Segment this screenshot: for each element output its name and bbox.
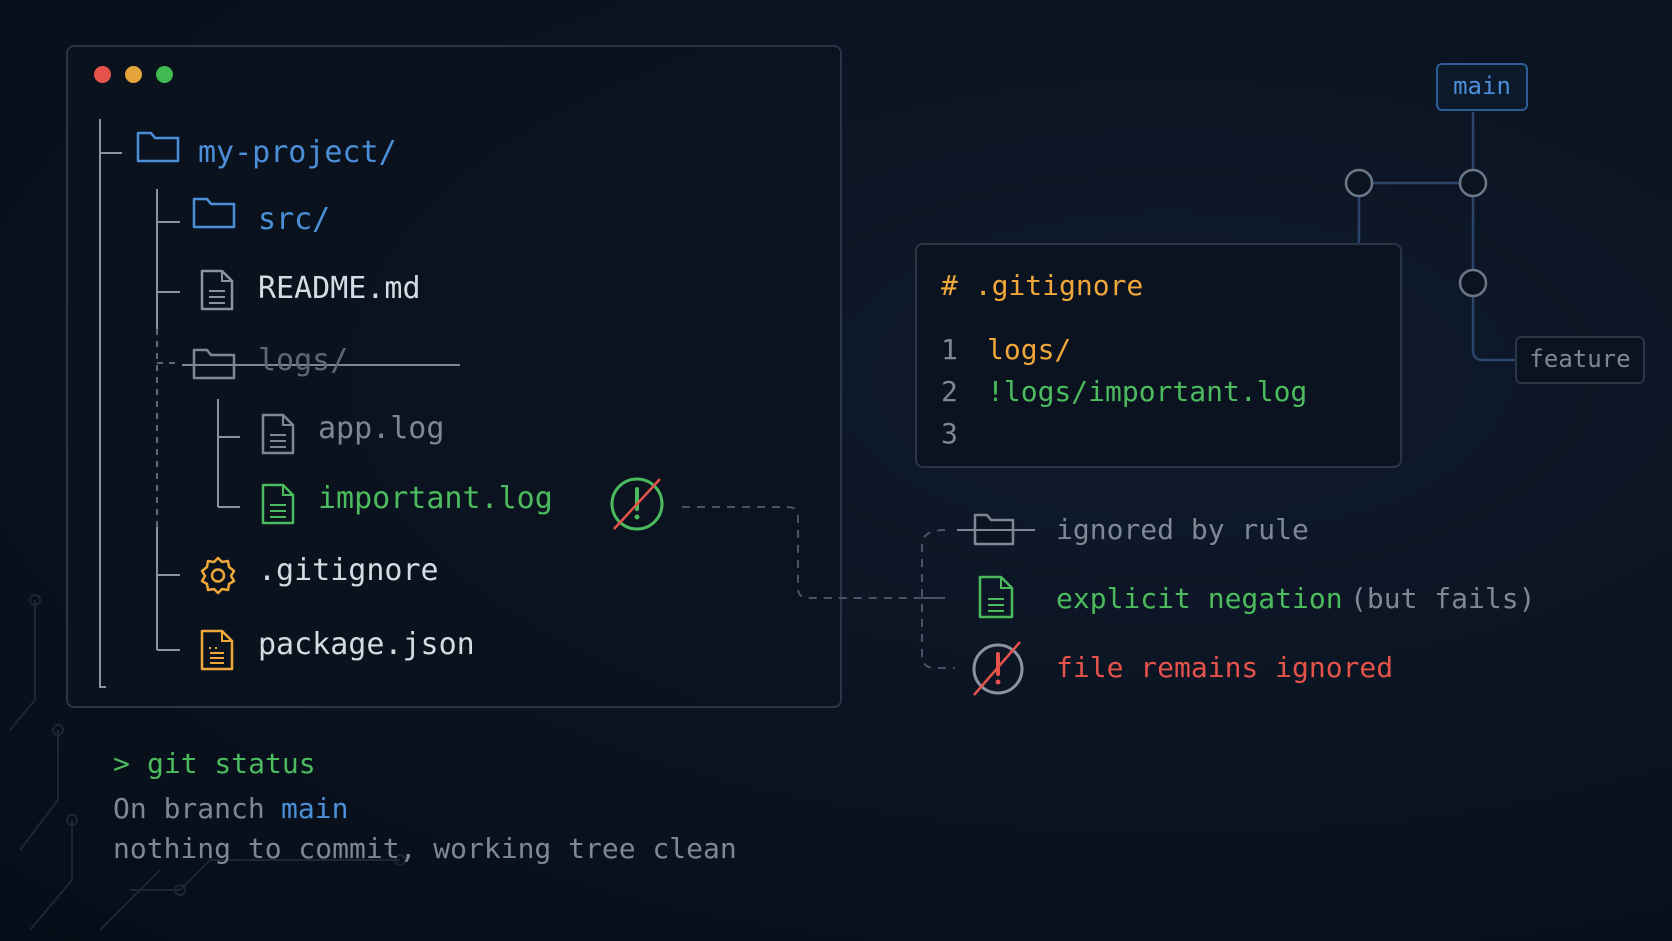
branch-feature-tag[interactable]: feature	[1515, 336, 1645, 384]
folder-icon	[957, 513, 1035, 546]
file-icon	[978, 575, 1014, 619]
branch-main-tag[interactable]: main	[1436, 63, 1528, 111]
legend-negation-text: explicit negation	[1056, 582, 1343, 615]
line-number-3: 3	[941, 417, 958, 450]
terminal-branch-name: main	[281, 792, 349, 825]
legend-remains-ignored-text: file remains ignored	[1056, 651, 1394, 684]
terminal-status-line: nothing to commit, working tree clean	[113, 832, 737, 865]
terminal-prompt: >	[113, 747, 130, 780]
legend-negation-note: (but fails)	[1350, 582, 1536, 615]
terminal-branch-prefix: On branch	[113, 792, 265, 825]
gitignore-panel: # .gitignore 1 logs/ 2 !logs/important.l…	[915, 243, 1402, 468]
legend-ignored-text: ignored by rule	[1056, 513, 1309, 546]
blocked-icon	[972, 641, 1024, 696]
gitignore-title: # .gitignore	[941, 269, 1144, 302]
line-number-2: 2	[941, 375, 958, 408]
gitignore-rule-2[interactable]: !logs/important.log	[987, 375, 1307, 409]
line-number-1: 1	[941, 333, 958, 366]
terminal-command[interactable]: git status	[147, 746, 316, 782]
gitignore-rule-1[interactable]: logs/	[987, 333, 1071, 367]
